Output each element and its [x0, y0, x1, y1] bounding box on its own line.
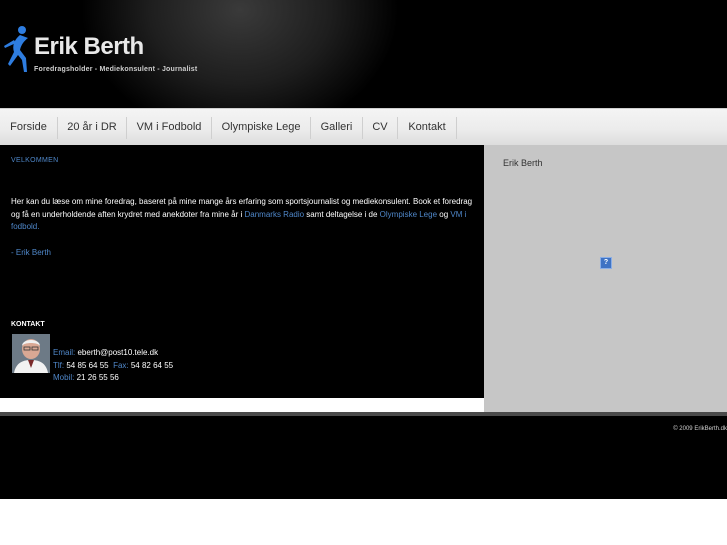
email-label: Email: [53, 348, 76, 357]
contact-details: Email: eberth@post10.tele.dk Tlf: 54 85 … [53, 347, 173, 385]
broken-image-icon: ? [600, 257, 612, 269]
fax-value: 54 82 64 55 [130, 360, 174, 370]
signature: - Erik Berth [11, 248, 52, 257]
nav-item-cv[interactable]: CV [363, 109, 397, 146]
content-bottom-strip [0, 398, 484, 412]
site-name[interactable]: Erik Berth [34, 33, 144, 61]
avatar [12, 334, 50, 373]
fax-label: Fax: [113, 360, 129, 370]
welcome-heading: VELKOMMEN [11, 157, 59, 164]
danmarks-radio-link[interactable]: Danmarks Radio [244, 210, 304, 219]
contact-mobile-row: Mobil: 21 26 55 56 [53, 372, 173, 385]
sidebar [484, 145, 727, 412]
copyright: © 2009 ErikBerth.dk [673, 426, 727, 432]
contact-email-row: Email: eberth@post10.tele.dk [53, 347, 173, 360]
main-nav: Forside 20 år i DR VM i Fodbold Olympisk… [0, 108, 727, 146]
runner-figure-icon[interactable] [0, 24, 34, 74]
nav-item-kontakt[interactable]: Kontakt [398, 109, 456, 146]
nav-item-20-aar-i-dr[interactable]: 20 år i DR [58, 109, 126, 146]
welcome-text: Her kan du læse om mine foredrag, basere… [11, 196, 473, 234]
copyright-text: © 2009 [673, 426, 693, 432]
site-footer [0, 416, 727, 499]
contact-phone-row: Tlf: 54 85 64 55 Fax: 54 82 64 55 [53, 360, 173, 373]
email-link[interactable]: eberth@post10.tele.dk [77, 348, 158, 357]
nav-item-olympiske-lege[interactable]: Olympiske Lege [212, 109, 310, 146]
welcome-text-part: samt deltagelse i de [304, 209, 380, 219]
contact-heading: KONTAKT [11, 321, 45, 328]
mobil-label: Mobil: [53, 373, 75, 382]
nav-item-forside[interactable]: Forside [0, 109, 57, 146]
nav-divider [456, 117, 457, 139]
site-link[interactable]: ErikBerth.dk [694, 426, 727, 432]
welcome-text-part: og [437, 209, 451, 219]
tlf-value: 54 85 64 55 [66, 360, 109, 370]
tlf-label: Tlf: [53, 360, 65, 370]
mobil-value: 21 26 55 56 [76, 373, 119, 382]
nav-item-vm-i-fodbold[interactable]: VM i Fodbold [127, 109, 211, 146]
site-header: Erik Berth Foredragsholder - Mediekonsul… [0, 0, 727, 108]
nav-item-galleri[interactable]: Galleri [311, 109, 362, 146]
olympiske-lege-link[interactable]: Olympiske Lege [380, 210, 437, 219]
site-tagline: Foredragsholder - Mediekonsulent - Journ… [34, 66, 198, 73]
sidebar-title: Erik Berth [503, 158, 543, 168]
